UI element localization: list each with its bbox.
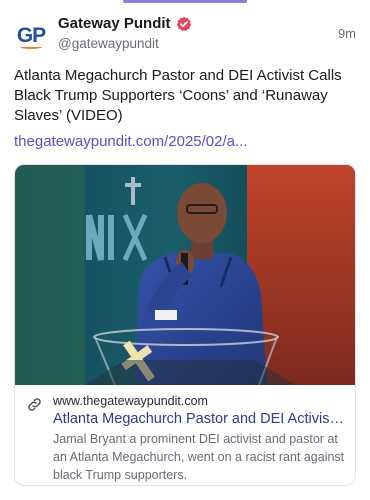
author-name[interactable]: Gateway Pundit [58, 15, 171, 32]
card-title[interactable]: Atlanta Megachurch Pastor and DEI Activi… [53, 411, 347, 427]
avatar[interactable]: GP [14, 18, 48, 52]
card-meta: www.thegatewaypundit.com Atlanta Megachu… [15, 386, 355, 484]
card-domain: www.thegatewaypundit.com [53, 394, 208, 408]
post[interactable]: GP Gateway Pundit @gatewaypundit 9m Atla… [0, 0, 370, 500]
verified-badge-icon [176, 16, 191, 31]
post-link[interactable]: thegatewaypundit.com/2025/02/a... [14, 133, 248, 150]
author-block: Gateway Pundit @gatewaypundit [58, 15, 310, 51]
avatar-logo-text: GP [16, 23, 46, 47]
post-timestamp[interactable]: 9m [338, 26, 356, 41]
link-preview-card[interactable]: www.thegatewaypundit.com Atlanta Megachu… [14, 164, 356, 486]
card-description: Jamal Bryant a prominent DEI activist an… [53, 432, 345, 482]
author-handle[interactable]: @gatewaypundit [58, 36, 310, 51]
video-thumbnail-image[interactable] [15, 165, 356, 385]
post-text: Atlanta Megachurch Pastor and DEI Activi… [14, 67, 342, 124]
logo-swoosh-icon [20, 45, 42, 49]
